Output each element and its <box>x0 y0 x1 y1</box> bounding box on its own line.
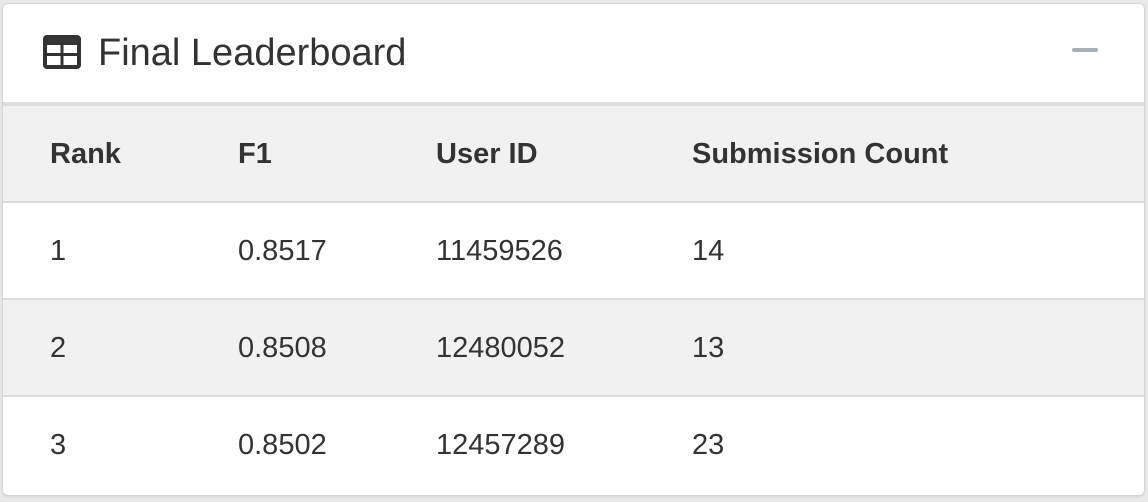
f1-cell: 0.8502 <box>238 429 327 461</box>
rank-cell: 2 <box>50 332 67 364</box>
collapse-button[interactable] <box>1070 39 1100 63</box>
submission-count-cell: 23 <box>692 429 725 461</box>
submission-count-cell: 14 <box>692 235 725 267</box>
table-row: 1 0.8517 11459526 14 <box>3 203 1144 300</box>
table-header-row: Rank F1 User ID Submission Count <box>3 106 1144 203</box>
table-row: 3 0.8502 12457289 23 <box>3 397 1144 494</box>
f1-cell: 0.8517 <box>238 235 327 267</box>
user-id-cell: 11459526 <box>436 235 563 267</box>
table-row: 2 0.8508 12480052 13 <box>3 300 1144 397</box>
table-icon <box>43 35 81 69</box>
panel-title: Final Leaderboard <box>98 32 407 74</box>
rank-cell: 1 <box>50 235 67 267</box>
minus-icon[interactable] <box>1072 48 1098 52</box>
user-id-cell: 12457289 <box>436 429 566 461</box>
leaderboard-table: Rank F1 User ID Submission Count 1 0.851… <box>3 106 1144 494</box>
column-header-rank[interactable]: Rank <box>50 106 121 203</box>
f1-cell: 0.8508 <box>238 332 327 364</box>
submission-count-cell: 13 <box>692 332 725 364</box>
leaderboard-panel: Final Leaderboard Rank F1 User ID Submis… <box>2 3 1145 496</box>
user-id-cell: 12480052 <box>436 332 566 364</box>
column-header-submission-count[interactable]: Submission Count <box>692 106 948 203</box>
column-header-f1[interactable]: F1 <box>238 106 272 203</box>
rank-cell: 3 <box>50 429 67 461</box>
panel-header: Final Leaderboard <box>3 4 1144 106</box>
column-header-user-id[interactable]: User ID <box>436 106 538 203</box>
